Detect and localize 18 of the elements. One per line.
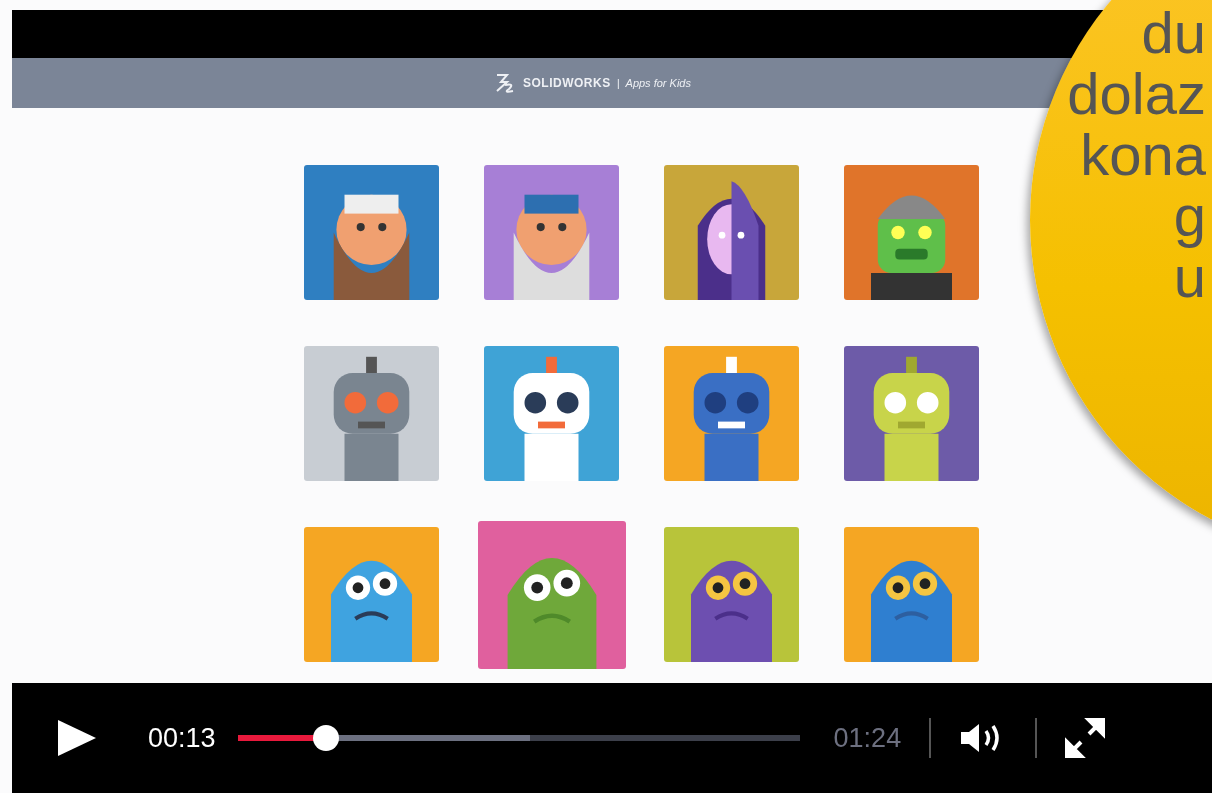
callout-text-line: g [1173, 185, 1206, 246]
callout-text-line: du [1141, 2, 1206, 63]
avatar-drawing[interactable] [664, 346, 799, 481]
separator: | [616, 77, 620, 89]
callout-text-line: kona [1080, 124, 1206, 185]
brand-name: SOLIDWORKS [523, 76, 611, 90]
play-icon[interactable] [56, 718, 98, 758]
duration: 01:24 [833, 722, 902, 754]
avatar-drawing[interactable] [844, 346, 979, 481]
seek-handle[interactable] [312, 725, 339, 751]
tagline: Apps for Kids [625, 77, 691, 89]
avatar-drawing[interactable] [844, 165, 979, 300]
fullscreen-icon[interactable] [1065, 718, 1106, 758]
current-time: 00:13 [148, 722, 216, 754]
avatar-drawing[interactable] [664, 165, 799, 300]
callout-text-line: dolaz [1067, 63, 1206, 124]
avatar-drawing[interactable] [304, 165, 439, 300]
avatar-drawing[interactable] [484, 346, 619, 481]
